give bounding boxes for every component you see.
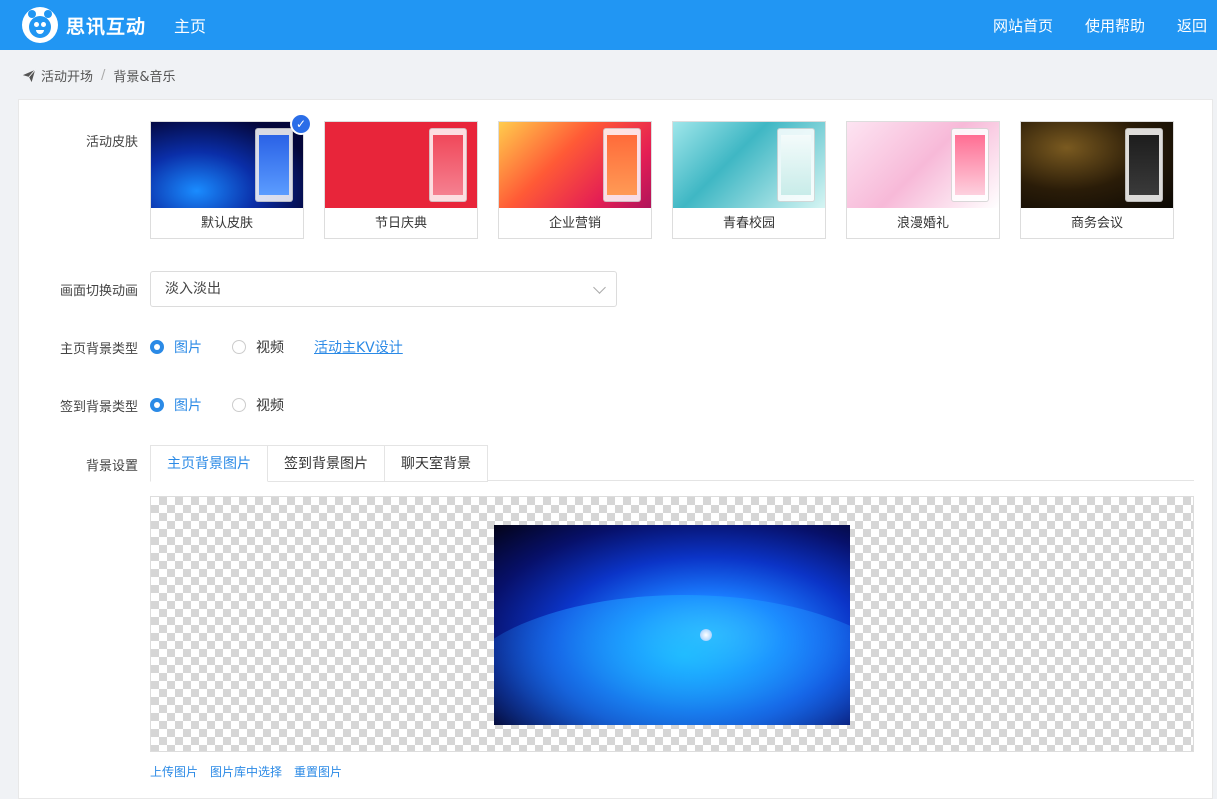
home-bg-type-label: 主页背景类型 <box>59 342 138 357</box>
skin-name: 商务会议 <box>1070 216 1123 231</box>
tab-home-bg-image[interactable]: 主页背景图片 <box>150 445 268 482</box>
skin-name: 默认皮肤 <box>200 216 253 231</box>
breadcrumb-current: 背景&音乐 <box>113 70 176 85</box>
skin-thumbnail <box>847 122 999 208</box>
tab-signin-bg-image[interactable]: 签到背景图片 <box>268 445 385 482</box>
home-bg-radio-image[interactable]: 图片 <box>150 337 202 357</box>
radio-checked-icon <box>150 340 164 354</box>
radio-unchecked-icon <box>232 398 246 412</box>
bg-image-preview <box>150 496 1194 752</box>
logo[interactable]: 思讯互动 <box>22 7 146 43</box>
nav-back-link[interactable]: 返回 <box>1177 15 1207 36</box>
upload-image-link[interactable]: 上传图片 <box>150 763 198 780</box>
skin-name: 节日庆典 <box>374 216 427 231</box>
nav-home-link[interactable]: 主页 <box>174 13 206 37</box>
skin-option-enterprise[interactable]: 企业营销 <box>498 121 652 239</box>
choose-from-library-link[interactable]: 图片库中选择 <box>210 763 282 780</box>
brand-name: 思讯互动 <box>66 15 147 38</box>
top-bar: 思讯互动 主页 网站首页 使用帮助 返回 <box>0 0 1217 50</box>
signin-bg-radio-image[interactable]: 图片 <box>150 395 202 415</box>
signin-bg-type-group: 图片 视频 <box>150 395 314 415</box>
transition-label: 画面切换动画 <box>59 284 138 299</box>
skin-thumbnail <box>325 122 477 208</box>
kv-design-link[interactable]: 活动主KV设计 <box>314 337 403 357</box>
skin-option-wedding[interactable]: 浪漫婚礼 <box>846 121 1000 239</box>
skin-option-festival[interactable]: 节日庆典 <box>324 121 478 239</box>
skin-name: 浪漫婚礼 <box>896 216 949 231</box>
settings-card: 活动皮肤 默认皮肤 ✓ 节日庆典 企业营销 青春校园 浪漫婚礼 商务会议 画面切… <box>18 99 1213 799</box>
bg-settings-label: 背景设置 <box>85 459 138 474</box>
skin-thumbnail <box>151 122 303 208</box>
background-image <box>494 525 850 725</box>
skin-option-business[interactable]: 商务会议 <box>1020 121 1174 239</box>
breadcrumb: 活动开场 / 背景&音乐 <box>22 66 176 85</box>
skin-option-campus[interactable]: 青春校园 <box>672 121 826 239</box>
signin-bg-type-label: 签到背景类型 <box>59 400 138 415</box>
bear-logo-icon <box>22 7 58 43</box>
tab-chatroom-bg[interactable]: 聊天室背景 <box>385 445 488 482</box>
home-bg-type-group: 图片 视频 活动主KV设计 <box>150 337 403 357</box>
skin-label: 活动皮肤 <box>85 135 138 150</box>
skin-thumbnail <box>1021 122 1173 208</box>
transition-select[interactable]: 淡入淡出 <box>150 271 617 307</box>
nav-help-link[interactable]: 使用帮助 <box>1085 15 1145 36</box>
reset-image-link[interactable]: 重置图片 <box>294 763 342 780</box>
home-bg-radio-video[interactable]: 视频 <box>232 337 284 357</box>
top-nav: 网站首页 使用帮助 返回 <box>993 15 1207 36</box>
breadcrumb-separator: / <box>101 68 106 83</box>
breadcrumb-root[interactable]: 活动开场 <box>41 66 93 85</box>
skin-name: 青春校园 <box>722 216 775 231</box>
image-actions: 上传图片 图片库中选择 重置图片 <box>150 763 342 780</box>
signin-bg-radio-video[interactable]: 视频 <box>232 395 284 415</box>
nav-site-home-link[interactable]: 网站首页 <box>993 15 1053 36</box>
chevron-down-icon <box>593 281 606 294</box>
radio-unchecked-icon <box>232 340 246 354</box>
skin-option-default[interactable]: 默认皮肤 ✓ <box>150 113 312 239</box>
paper-plane-icon <box>22 69 36 82</box>
radio-checked-icon <box>150 398 164 412</box>
bg-tabs: 主页背景图片 签到背景图片 聊天室背景 <box>150 445 1194 482</box>
transition-value: 淡入淡出 <box>165 281 221 297</box>
skin-thumbnail <box>499 122 651 208</box>
skin-name: 企业营销 <box>548 216 601 231</box>
skin-thumbnail <box>673 122 825 208</box>
skin-list: 默认皮肤 ✓ 节日庆典 企业营销 青春校园 浪漫婚礼 商务会议 <box>150 113 1174 239</box>
selected-check-icon: ✓ <box>290 113 312 135</box>
